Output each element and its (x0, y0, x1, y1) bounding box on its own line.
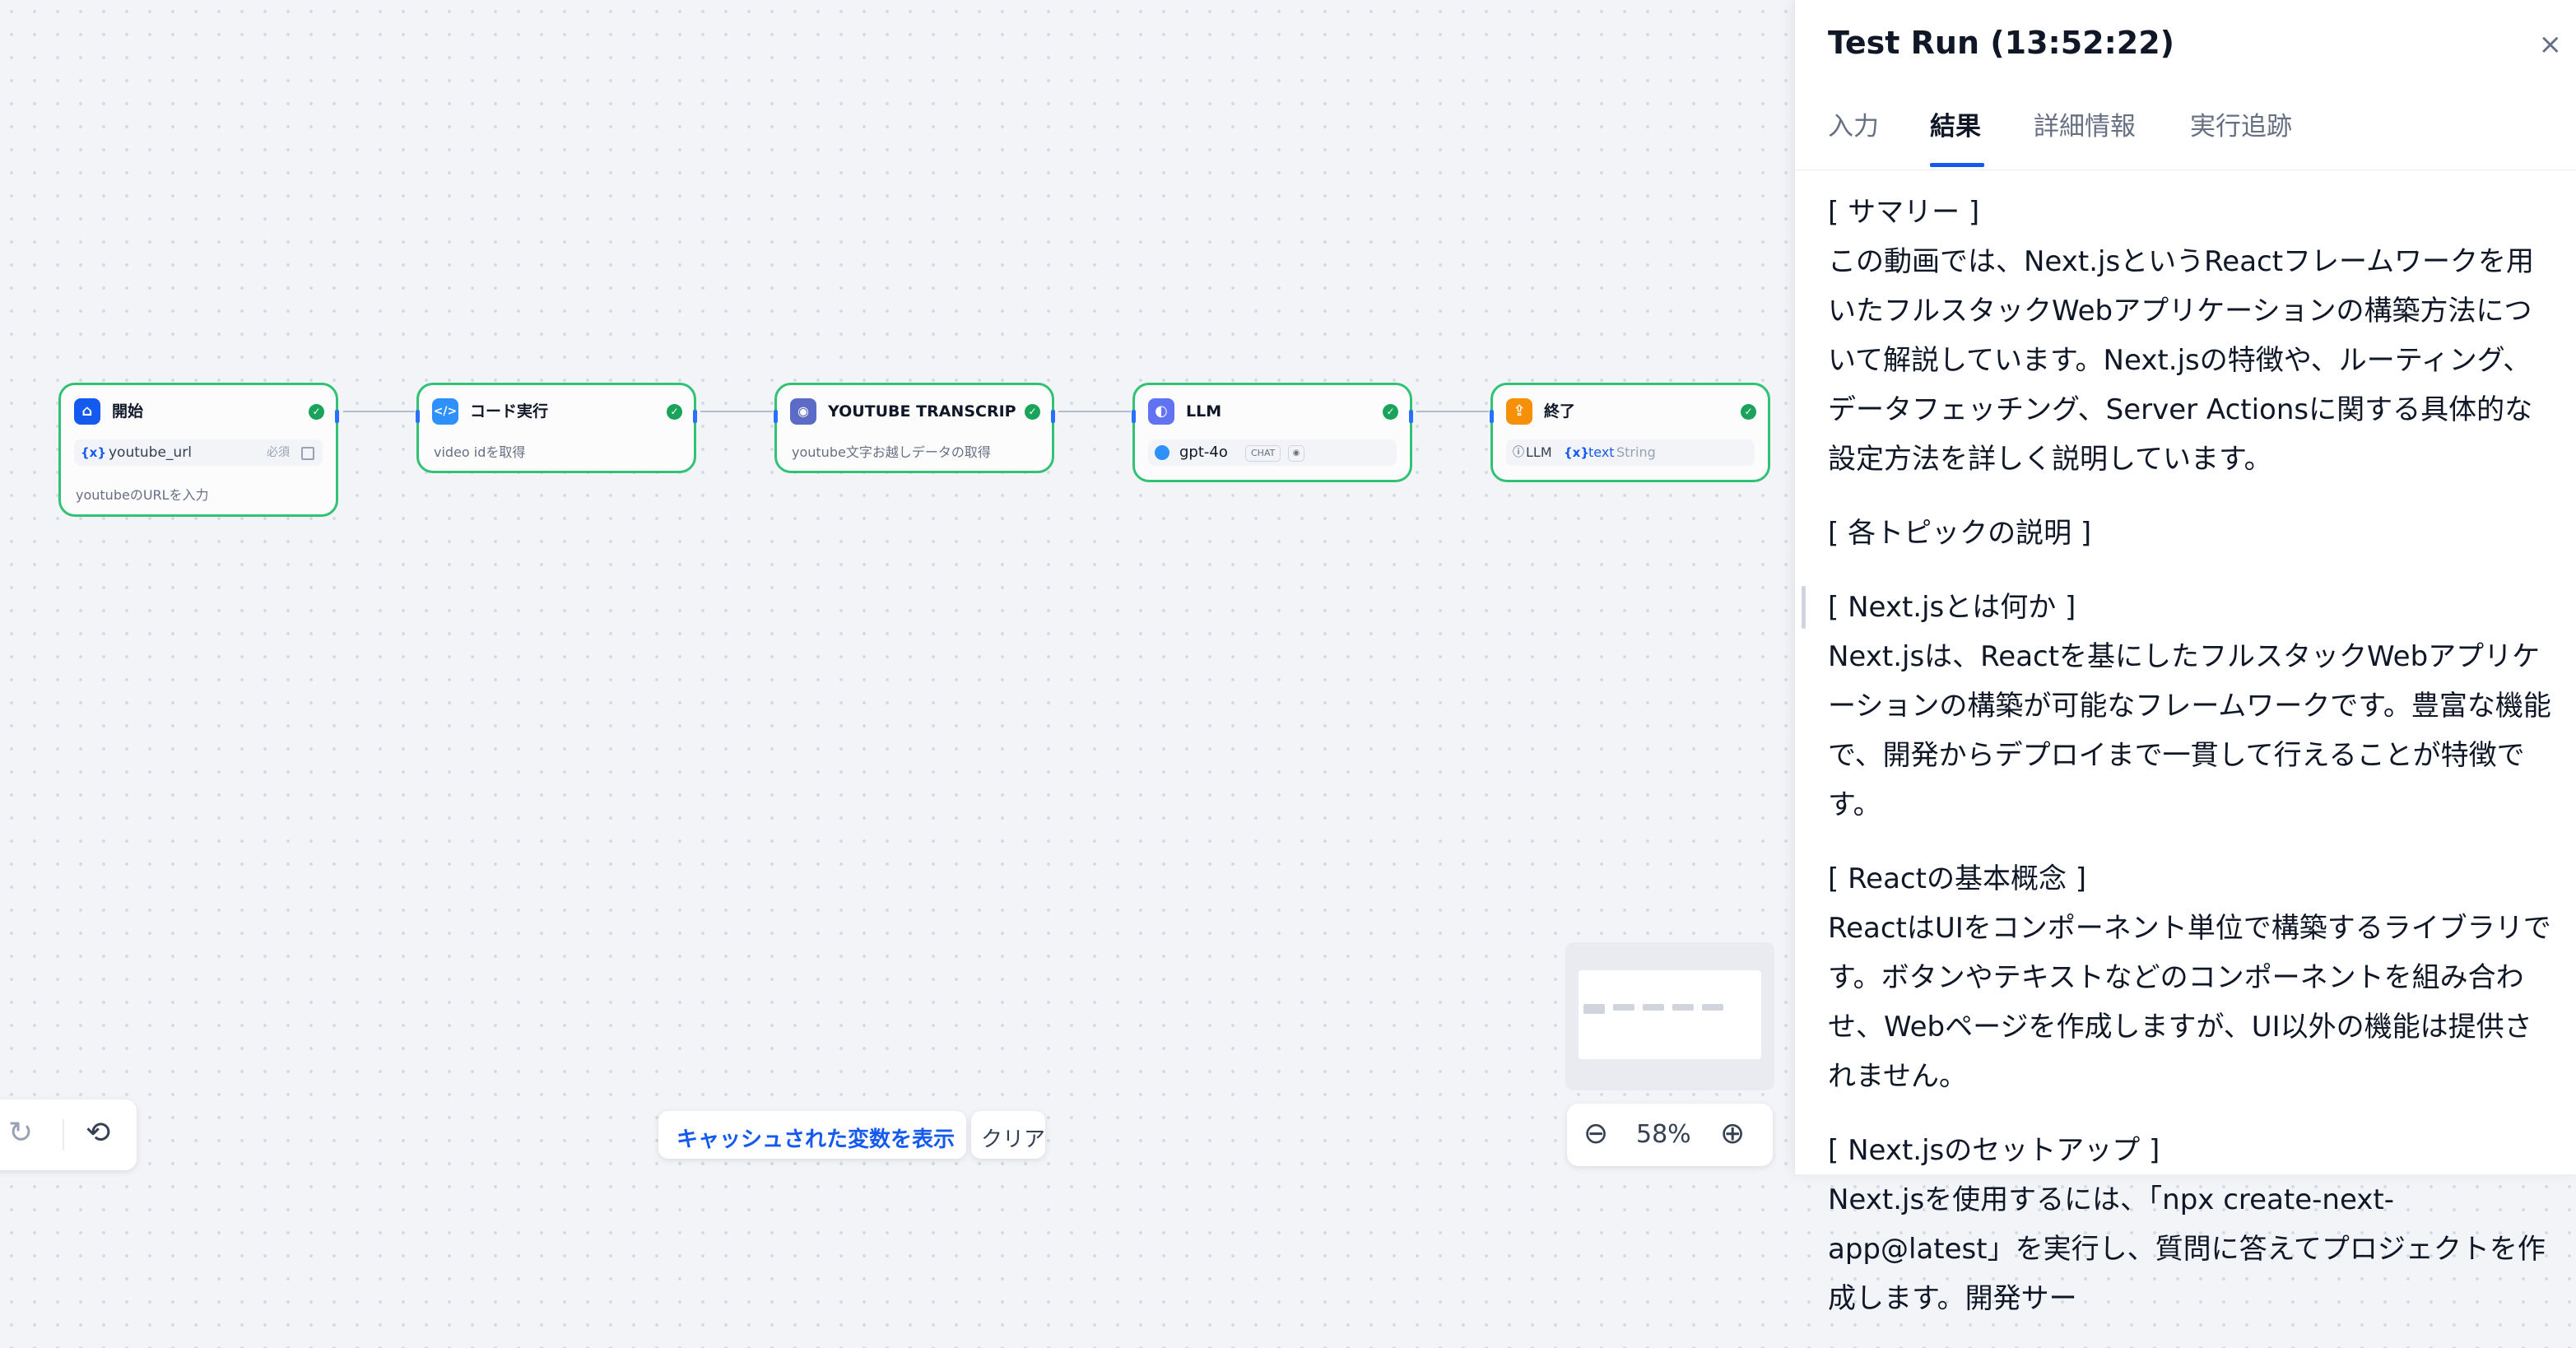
output-icon: ⇪ (1506, 398, 1532, 425)
minimap-node (1702, 1004, 1723, 1011)
topic-text: ReactはUIをコンポーネント単位で構築するライブラリです。ボタンやテキストな… (1828, 912, 2551, 1093)
node-end[interactable]: ⇪ 終了 ✓ ⓘ LLM {x} text String (1490, 383, 1770, 482)
variable-icon: {x} (1564, 445, 1590, 460)
required-badge: 必須 (267, 446, 290, 459)
minimap-node (1672, 1004, 1694, 1011)
node-title: YOUTUBE TRANSCRIPTS API (828, 402, 1016, 421)
minimap-node (1643, 1004, 1664, 1011)
clear-label: クリア (981, 1127, 1046, 1152)
node-title: 終了 (1544, 402, 1576, 421)
topic-section: [ Next.jsとは何か ] Next.jsは、Reactを基にしたフルスタッ… (1828, 583, 2552, 830)
input-handle[interactable] (1132, 410, 1136, 423)
summary-heading: [ サマリー ] (1828, 196, 1980, 229)
openai-icon (1155, 445, 1169, 460)
output-source: LLM (1526, 444, 1552, 460)
tab-tracing[interactable]: 実行追跡 (2190, 105, 2292, 142)
node-description: youtubeのURLを入力 (76, 487, 209, 503)
zoom-in-icon[interactable]: ⊕ (1720, 1117, 1745, 1150)
code-icon: </> (432, 398, 458, 425)
zoom-level[interactable]: 58% (1636, 1120, 1691, 1149)
zoom-out-icon[interactable]: ⊖ (1583, 1117, 1608, 1150)
output-variable-row: ⓘ LLM {x} text String (1506, 439, 1755, 466)
output-handle[interactable] (1409, 410, 1413, 423)
success-check-icon: ✓ (309, 404, 324, 420)
show-cached-variables-button[interactable]: キャッシュされた変数を表示 (658, 1111, 966, 1159)
success-check-icon: ✓ (1383, 404, 1398, 420)
show-cached-variables-label: キャッシュされた変数を表示 (677, 1127, 956, 1152)
node-llm[interactable]: ◐ LLM ✓ gpt-4o CHAT ◉ (1132, 383, 1413, 482)
topic-section: [ Reactの基本概念 ] ReactはUIをコンポーネント単位で構築するライ… (1828, 854, 2552, 1101)
edge (1416, 411, 1489, 412)
topics-heading: [ 各トピックの説明 ] (1828, 517, 2092, 550)
node-description: video idを取得 (434, 444, 526, 460)
minimap[interactable] (1565, 942, 1774, 1090)
toolbar-divider (63, 1119, 64, 1150)
edge (1058, 411, 1131, 412)
llm-source-icon: ⓘ (1513, 446, 1524, 459)
node-description: youtube文字お越しデータの取得 (792, 444, 991, 460)
model-name: gpt-4o (1179, 444, 1228, 461)
node-title: コード実行 (470, 402, 549, 421)
edge (700, 411, 773, 412)
tab-details[interactable]: 詳細情報 (2034, 105, 2136, 142)
tab-result[interactable]: 結果 (1930, 105, 1981, 142)
history-icon[interactable]: ⟲ (86, 1116, 110, 1150)
redo-icon[interactable]: ↻ (8, 1116, 33, 1150)
variable-icon: {x} (81, 445, 107, 460)
plugin-icon: ◉ (790, 398, 816, 425)
topic-heading: [ Next.jsとは何か ] (1828, 591, 2076, 624)
panel-title: Test Run (13:52:22) (1828, 25, 2175, 61)
output-type: String (1616, 444, 1656, 460)
model-row: gpt-4o CHAT ◉ (1148, 439, 1397, 466)
success-check-icon: ✓ (667, 404, 682, 420)
success-check-icon: ✓ (1025, 404, 1040, 420)
zoom-controls: ⊖ 58% ⊕ (1567, 1104, 1773, 1166)
close-icon[interactable]: × (2539, 28, 2563, 61)
output-variable: text (1588, 444, 1615, 460)
input-handle[interactable] (1490, 410, 1494, 423)
model-mode-badge: CHAT (1245, 445, 1281, 462)
node-title: LLM (1186, 402, 1222, 421)
text-input-icon (301, 447, 314, 460)
summary-text: この動画では、Next.jsというReactフレームワークを用いたフルスタックW… (1828, 245, 2535, 476)
brain-icon: ◐ (1148, 398, 1174, 425)
home-icon: ⌂ (74, 398, 100, 425)
success-check-icon: ✓ (1741, 404, 1756, 420)
node-youtube-transcripts[interactable]: ◉ YOUTUBE TRANSCRIPTS API ✓ youtube文字お越し… (774, 383, 1055, 473)
topic-text: Next.jsは、Reactを基にしたフルスタックWebアプリケーションの構築が… (1828, 640, 2551, 821)
input-handle[interactable] (774, 410, 778, 423)
active-tab-indicator (1930, 163, 1984, 167)
output-handle[interactable] (693, 410, 697, 423)
clear-button[interactable]: クリア (971, 1111, 1045, 1159)
node-start[interactable]: ⌂ 開始 ✓ {x} youtube_url 必須 youtubeのURLを入力 (58, 383, 339, 517)
topic-heading: [ Next.jsのセットアップ ] (1828, 1134, 2160, 1167)
output-handle[interactable] (1051, 410, 1055, 423)
node-title: 開始 (112, 402, 144, 421)
tab-input[interactable]: 入力 (1828, 105, 1879, 142)
topic-text: Next.jsを使用するには、「npx create-next-app@late… (1828, 1183, 2546, 1315)
minimap-node (1583, 1004, 1605, 1014)
topic-section: [ Next.jsのセットアップ ] Next.jsを使用するには、「npx c… (1828, 1126, 2552, 1323)
output-handle[interactable] (335, 410, 339, 423)
vision-icon: ◉ (1288, 445, 1304, 462)
edge (343, 411, 415, 412)
minimap-node (1613, 1004, 1634, 1011)
test-run-panel: Test Run (13:52:22) × 入力 結果 詳細情報 実行追跡 [ … (1794, 0, 2576, 1315)
history-toolbar: ↻ ⟲ (0, 1099, 137, 1170)
minimap-viewport[interactable] (1579, 970, 1761, 1059)
topic-heading: [ Reactの基本概念 ] (1828, 862, 2087, 895)
variable-name: youtube_url (109, 444, 192, 461)
variable-row: {x} youtube_url 必須 (74, 439, 323, 466)
node-code[interactable]: </> コード実行 ✓ video idを取得 (416, 383, 697, 473)
quote-bar (1802, 586, 1806, 629)
input-handle[interactable] (416, 410, 420, 423)
summary-section: [ サマリー ] この動画では、Next.jsというReactフレームワークを用… (1828, 188, 2552, 484)
